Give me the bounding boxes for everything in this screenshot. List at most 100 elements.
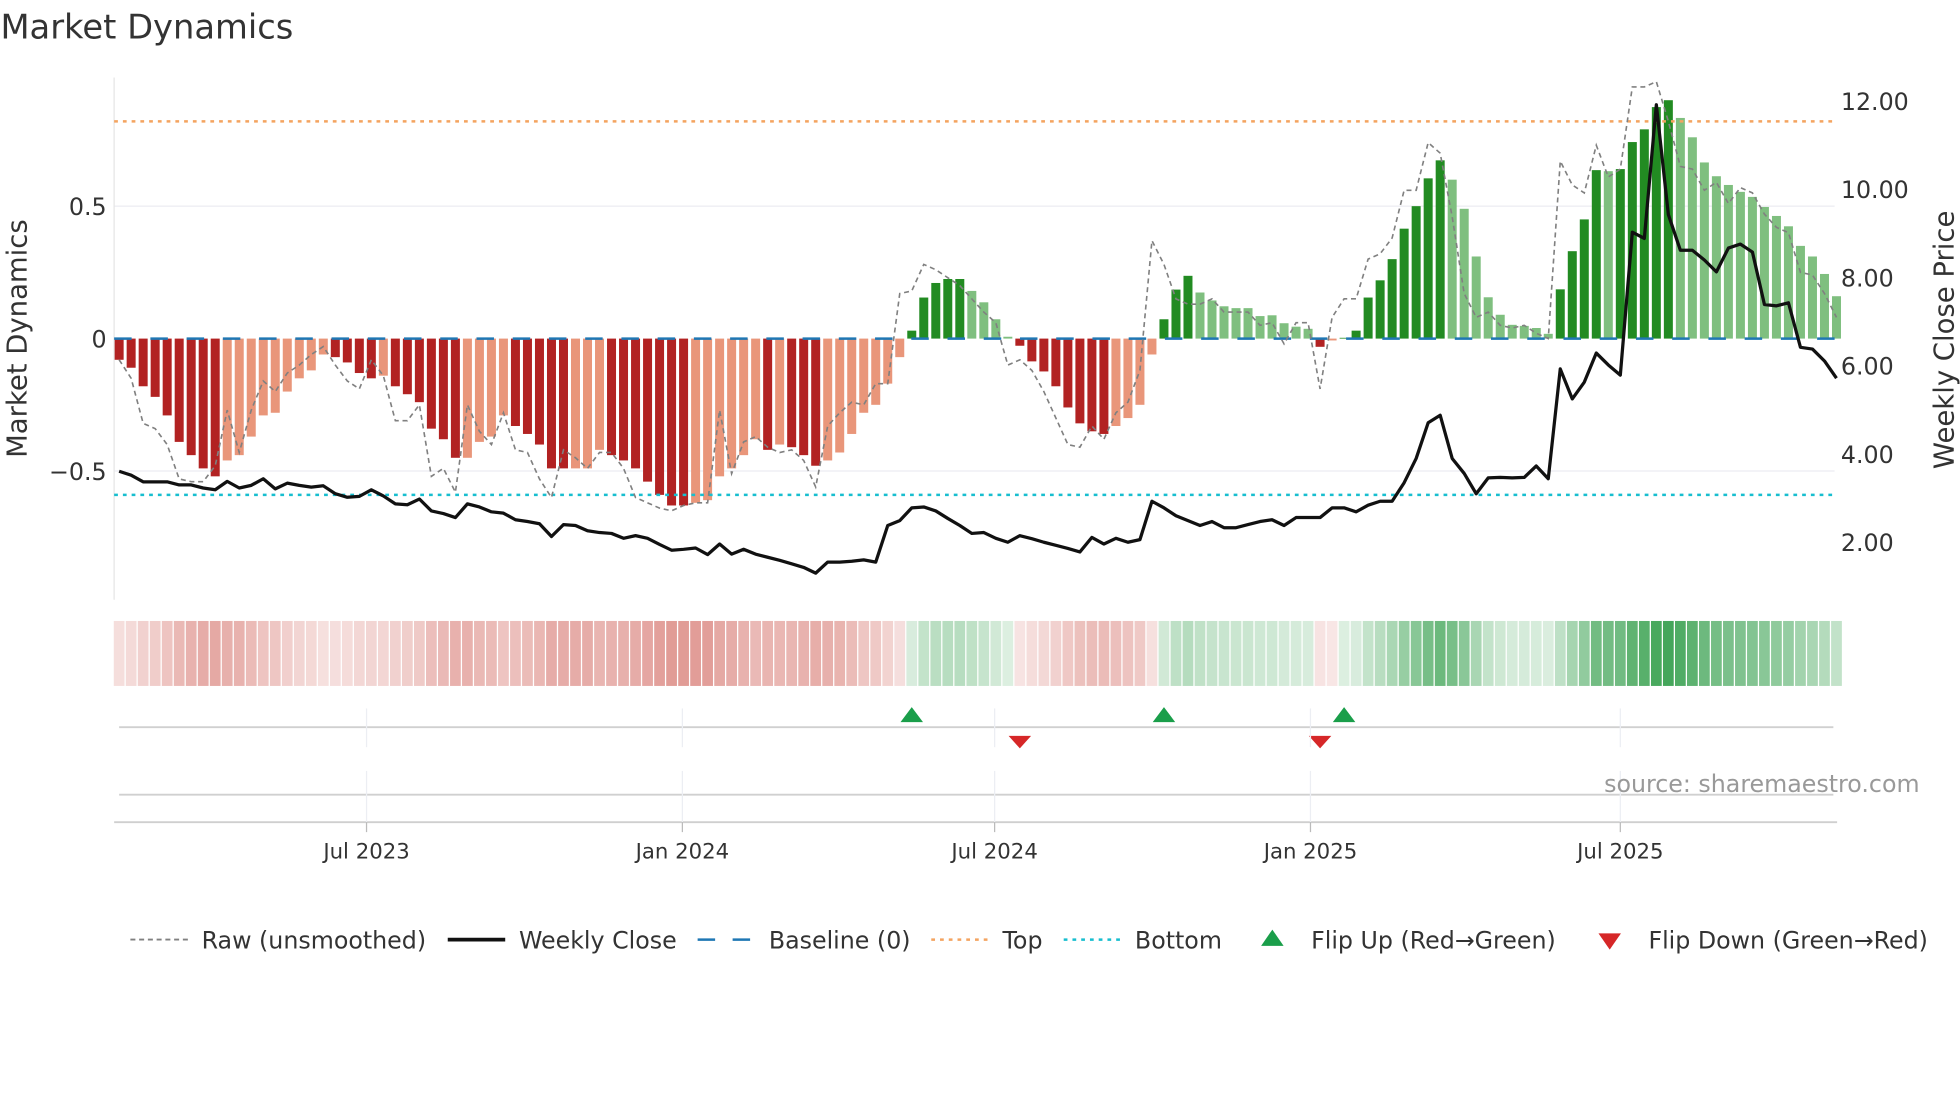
bar: [1603, 171, 1613, 339]
heat-cell: [978, 620, 990, 686]
bar: [775, 338, 785, 445]
heat-cell: [762, 620, 774, 686]
heat-cell: [1470, 620, 1482, 686]
heat-cell: [1735, 620, 1746, 686]
heat-cell: [1350, 620, 1362, 686]
heat-cell: [726, 620, 737, 686]
bar: [354, 338, 364, 374]
bar: [186, 338, 196, 456]
heat-cell: [1506, 620, 1518, 686]
bar: [378, 338, 388, 376]
heat-cell: [642, 620, 653, 686]
source-label: source: sharemaestro.com: [1604, 770, 1919, 798]
heat-cell: [137, 620, 149, 686]
heat-cell: [1590, 620, 1602, 686]
bar: [871, 338, 881, 405]
heat-cell: [942, 620, 954, 686]
heat-cell: [1795, 620, 1806, 686]
bar: [222, 338, 232, 461]
heat-strip: [113, 620, 1842, 686]
heat-cell: [1410, 620, 1422, 686]
heat-cell: [1446, 620, 1458, 686]
heat-cell: [882, 620, 894, 686]
heat-cell: [966, 620, 978, 686]
bar: [835, 338, 845, 453]
bar: [1375, 280, 1385, 339]
heat-cell: [1086, 620, 1098, 686]
heat-cell: [1170, 620, 1182, 686]
legend-label: Flip Up (Red→Green): [1311, 926, 1556, 954]
heat-cell: [1687, 620, 1698, 686]
bar: [1675, 117, 1685, 339]
heat-cell: [1650, 620, 1662, 686]
heat-cell: [1614, 620, 1626, 686]
bar: [390, 338, 400, 387]
bar: [1519, 325, 1529, 339]
heat-cell: [1783, 620, 1794, 686]
heat-cell: [690, 620, 701, 686]
heat-cell: [486, 620, 497, 686]
x-axis: Jul 2023 Jan 2024 Jul 2024 Jan 2025 Jul 2025: [114, 708, 1838, 864]
bar: [546, 338, 556, 469]
heat-cell: [1711, 620, 1722, 686]
bar: [1807, 256, 1817, 339]
heat-cell: [534, 620, 545, 686]
legend-label: Bottom: [1135, 926, 1222, 954]
legend: Raw (unsmoothed) Weekly Close Baseline (0)…: [130, 926, 1928, 954]
heat-cell: [1771, 620, 1782, 686]
right-axis-ticks: 12.00 10.00 8.00 6.00 4.00 2.00: [1841, 88, 1909, 557]
bar: [631, 338, 641, 469]
bar: [763, 338, 773, 450]
bar: [342, 338, 352, 363]
heat-cell: [570, 620, 581, 686]
heat-cell: [1266, 620, 1278, 686]
heat-cell: [1002, 620, 1014, 686]
heat-cell: [1338, 620, 1350, 686]
heat-cell: [1098, 620, 1110, 686]
bar: [486, 338, 496, 437]
legend-flip-down-icon: [1598, 933, 1621, 950]
heat-cell: [197, 620, 209, 686]
legend-label: Raw (unsmoothed): [202, 926, 426, 954]
bar: [438, 338, 448, 440]
bar: [1435, 160, 1445, 339]
bar: [1135, 338, 1145, 405]
legend-label: Weekly Close: [519, 926, 677, 954]
bar: [1831, 296, 1841, 339]
bar: [1471, 256, 1481, 339]
heat-cell: [245, 620, 257, 686]
bar: [1615, 169, 1625, 339]
heat-cell: [1831, 620, 1842, 686]
heat-cell: [654, 620, 665, 686]
bar: [1063, 338, 1073, 408]
heat-cell: [161, 620, 173, 686]
x-tick-label: Jan 2024: [634, 839, 730, 864]
heat-cell: [1662, 620, 1674, 686]
bar: [138, 338, 148, 387]
bar: [619, 338, 629, 461]
bar: [474, 338, 484, 442]
bar: [1051, 338, 1061, 387]
heat-cell: [798, 620, 810, 686]
bar: [1087, 338, 1097, 432]
heat-cell: [594, 620, 605, 686]
bar: [655, 338, 665, 495]
bar: [679, 338, 689, 506]
heat-cell: [1230, 620, 1242, 686]
heat-cell: [582, 620, 593, 686]
y2-tick-label: 8.00: [1841, 264, 1894, 292]
heat-cell: [738, 620, 750, 686]
bar: [1183, 275, 1193, 339]
bar: [1123, 338, 1133, 419]
heat-cell: [918, 620, 930, 686]
heat-cell: [257, 620, 269, 686]
bar: [1207, 300, 1217, 339]
bar: [1039, 338, 1049, 372]
heat-cell: [954, 620, 966, 686]
bar: [643, 338, 653, 482]
bar: [1099, 338, 1109, 434]
heat-cell: [377, 620, 389, 686]
bar: [847, 338, 857, 434]
heat-cell: [1134, 620, 1146, 686]
bar: [114, 338, 124, 360]
